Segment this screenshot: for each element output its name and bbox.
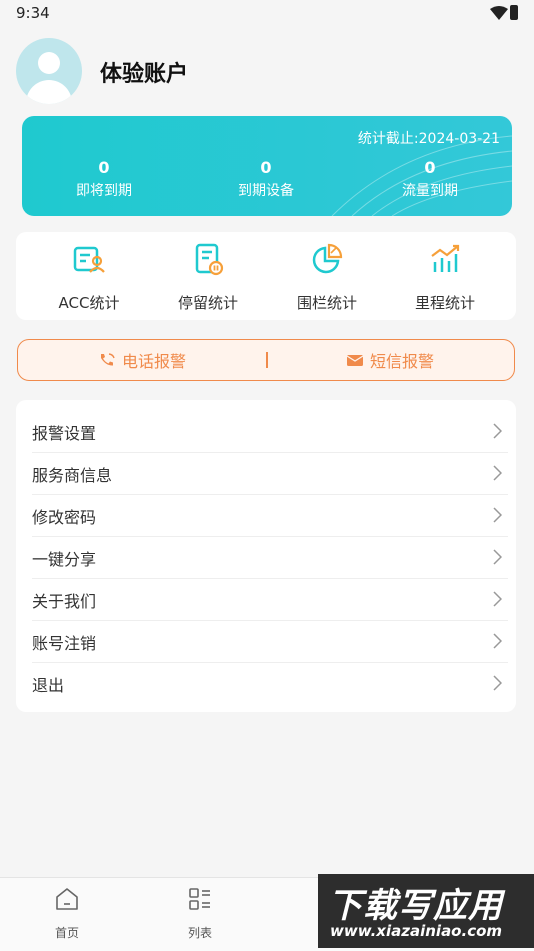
quick-action-label: 围栏统计 xyxy=(296,294,357,312)
profile-header[interactable]: 体验账户 xyxy=(16,38,516,104)
quick-action-stay[interactable]: 停留统计 xyxy=(149,242,267,313)
phone-icon xyxy=(100,353,115,366)
chevron-right-icon xyxy=(493,675,502,691)
chevron-right-icon xyxy=(493,633,502,649)
status-time: 9:34 xyxy=(16,4,50,22)
stat-traffic-expiry[interactable]: 0 流量到期 xyxy=(360,158,500,200)
quick-action-label: ACC统计 xyxy=(58,294,120,312)
chevron-right-icon xyxy=(493,423,502,439)
menu-item-logout[interactable]: 退出 xyxy=(32,662,508,704)
chevron-right-icon xyxy=(493,591,502,607)
menu-item-label: 退出 xyxy=(32,676,65,695)
menu-item-alarm-settings[interactable]: 报警设置 xyxy=(32,410,508,453)
wifi-icon xyxy=(490,6,508,20)
acc-person-icon xyxy=(73,246,105,273)
pie-chart-icon xyxy=(312,243,343,274)
menu-item-about-us[interactable]: 关于我们 xyxy=(32,578,508,621)
menu-item-share[interactable]: 一键分享 xyxy=(32,536,508,579)
account-name: 体验账户 xyxy=(100,62,189,87)
phone-alarm-label: 电话报警 xyxy=(121,352,186,371)
menu-item-provider-info[interactable]: 服务商信息 xyxy=(32,452,508,495)
quick-action-mileage[interactable]: 里程统计 xyxy=(386,242,504,313)
bar-chart-icon xyxy=(431,244,460,272)
alarm-bar: 电话报警 短信报警 xyxy=(17,339,515,381)
quick-action-label: 里程统计 xyxy=(414,294,475,312)
home-icon xyxy=(56,888,78,910)
stat-label: 即将到期 xyxy=(76,183,132,199)
stat-expiring-soon[interactable]: 0 即将到期 xyxy=(34,158,174,200)
stat-label: 到期设备 xyxy=(238,183,294,199)
expiry-stats-card: 统计截止:2024-03-21 0 即将到期 0 到期设备 0 流量到期 xyxy=(22,116,512,216)
watermark-url: www.xiazainiao.com xyxy=(330,922,503,940)
list-icon xyxy=(189,888,210,910)
stats-as-of-date: 统计截止:2024-03-21 xyxy=(357,131,500,147)
quick-action-fence[interactable]: 围栏统计 xyxy=(268,242,386,313)
watermark-title: 下载写应用 xyxy=(328,886,503,926)
settings-menu: 报警设置 服务商信息 修改密码 一键分享 关于我们 账号注销 退出 xyxy=(16,400,516,712)
menu-item-change-password[interactable]: 修改密码 xyxy=(32,494,508,537)
battery-icon xyxy=(510,5,518,20)
menu-item-delete-account[interactable]: 账号注销 xyxy=(32,620,508,663)
tab-label: 列表 xyxy=(187,926,212,940)
document-clock-icon xyxy=(195,243,224,276)
quick-actions: ACC统计 停留统计 围栏统计 里程统计 xyxy=(16,232,516,320)
menu-item-label: 关于我们 xyxy=(32,592,97,611)
tab-label: 首页 xyxy=(54,926,79,940)
mail-icon xyxy=(346,355,364,366)
stat-label: 流量到期 xyxy=(402,183,458,199)
menu-item-label: 修改密码 xyxy=(32,508,97,527)
stat-expired-devices[interactable]: 0 到期设备 xyxy=(196,158,336,200)
phone-alarm-button[interactable]: 电话报警 xyxy=(18,340,266,380)
tab-list[interactable]: 列表 xyxy=(160,886,240,941)
menu-item-label: 一键分享 xyxy=(32,550,97,569)
avatar[interactable] xyxy=(16,38,82,104)
quick-action-label: 停留统计 xyxy=(177,294,238,312)
tab-home[interactable]: 首页 xyxy=(27,886,107,941)
chevron-right-icon xyxy=(493,507,502,523)
menu-item-label: 报警设置 xyxy=(32,424,97,443)
stat-value: 0 xyxy=(260,158,272,177)
menu-item-label: 账号注销 xyxy=(32,634,97,653)
status-bar: 9:34 xyxy=(0,0,534,26)
watermark: 下载写应用 www.xiazainiao.com xyxy=(318,874,534,948)
chevron-right-icon xyxy=(493,465,502,481)
chevron-right-icon xyxy=(493,549,502,565)
sms-alarm-button[interactable]: 短信报警 xyxy=(266,340,514,380)
menu-item-label: 服务商信息 xyxy=(32,466,113,485)
stat-value: 0 xyxy=(98,158,110,177)
quick-action-acc[interactable]: ACC统计 xyxy=(30,242,148,313)
sms-alarm-label: 短信报警 xyxy=(369,352,434,371)
stat-value: 0 xyxy=(424,158,436,177)
